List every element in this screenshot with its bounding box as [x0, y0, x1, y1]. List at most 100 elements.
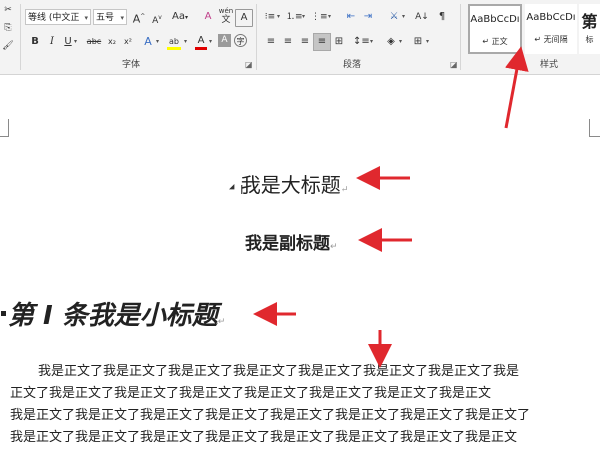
crop-mark: [0, 136, 9, 137]
ribbon: ✂ ⎘ 🖌 等线 (中文正 ▾ 五号 ▾ A^ Av Aa▾ A wén 文 A …: [0, 0, 600, 75]
title-line[interactable]: ◢ 我是大标题↵: [229, 169, 348, 198]
subtitle-text: 我是副标题: [245, 234, 330, 254]
style-normal[interactable]: AaBbCcDı ↵ 正文: [468, 4, 522, 54]
font-name-combo[interactable]: 等线 (中文正 ▾: [25, 9, 91, 25]
distributed-button[interactable]: ⊞: [331, 34, 347, 50]
chevron-down-icon[interactable]: ▾: [426, 38, 429, 45]
collapse-triangle-icon[interactable]: ◢: [229, 183, 234, 191]
chevron-down-icon[interactable]: ▾: [402, 13, 405, 20]
dialog-launcher-icon[interactable]: ◪: [245, 60, 253, 69]
styles-group-label: 样式: [540, 60, 559, 70]
italic-button[interactable]: I: [44, 34, 60, 50]
paragraph-mark: ↵: [330, 242, 338, 252]
bullets-button[interactable]: ⁝≡: [262, 9, 278, 25]
heading-marker-icon: [1, 311, 6, 316]
document-page[interactable]: ◢ 我是大标题↵ I 我是副标题↵ 第 I 条我是小标题↵ 我是正文了我是正文了…: [0, 75, 600, 450]
align-right-button[interactable]: ≡: [297, 34, 313, 50]
style-no-spacing[interactable]: AaBbCcDı ↵ 无间隔: [525, 4, 577, 54]
subtitle-line[interactable]: 我是副标题↵: [245, 229, 338, 254]
style-sample: AaBbCcDı: [470, 14, 520, 25]
chevron-down-icon[interactable]: ▾: [209, 38, 212, 45]
strikethrough-label: abc: [86, 37, 102, 46]
bold-button[interactable]: B: [27, 34, 43, 50]
body-text-line[interactable]: 我是正文了我是正文了我是正文了我是正文了我是正文了我是正文了我是正文了我是正文了: [10, 404, 530, 423]
font-size-combo[interactable]: 五号 ▾: [93, 9, 127, 25]
dialog-launcher-icon[interactable]: ◪: [450, 60, 458, 69]
superscript-label: x²: [124, 37, 132, 46]
bold-label: B: [31, 36, 39, 47]
enclose-char-button[interactable]: 字: [234, 34, 247, 47]
highlight-color-swatch: [167, 47, 181, 50]
char-border-button[interactable]: A: [235, 9, 253, 27]
strikethrough-button[interactable]: abc: [84, 34, 104, 50]
text-effect-label: A: [144, 35, 152, 48]
paragraph-mark: ↵: [340, 185, 349, 195]
section-heading-text: 第 I 条我是小标题: [8, 301, 218, 331]
phonetic-guide-button[interactable]: wén 文: [217, 7, 235, 27]
line-spacing-button[interactable]: ↕≡: [353, 34, 370, 50]
clear-format-button[interactable]: A: [200, 9, 216, 25]
chevron-down-icon[interactable]: ▾: [302, 13, 305, 20]
chevron-down-icon[interactable]: ▾: [184, 38, 187, 45]
clear-format-label: A: [204, 11, 212, 22]
show-marks-button[interactable]: ¶: [434, 9, 450, 25]
chevron-down-icon[interactable]: ▾: [370, 38, 373, 45]
subscript-label: x₂: [108, 37, 116, 46]
enclose-char-label: 字: [236, 37, 245, 46]
chevron-down-icon[interactable]: ▾: [74, 38, 77, 45]
multilevel-list-button[interactable]: ⋮≡: [311, 9, 328, 25]
style-name: ↵ 无间隔: [534, 35, 568, 44]
title-text: 我是大标题: [240, 173, 341, 197]
paragraph-group-label: 段落: [343, 60, 362, 70]
justify-button[interactable]: ≡: [313, 33, 331, 51]
copy-icon[interactable]: ⎘: [0, 20, 16, 36]
crop-mark: [589, 119, 590, 137]
style-sample: 第: [581, 12, 598, 31]
sort-button[interactable]: A↓: [414, 9, 430, 25]
body-text-line[interactable]: 我是正文了我是正文了我是正文了我是正文了我是正文了我是正文了我是正文了我是: [38, 360, 519, 379]
shrink-font-button[interactable]: Av: [149, 10, 165, 26]
style-name: 标: [585, 35, 594, 44]
text-effect-button[interactable]: A: [140, 34, 156, 50]
cut-icon[interactable]: ✂: [0, 2, 16, 18]
font-color-swatch: [195, 47, 207, 50]
style-sample: AaBbCcDı: [526, 12, 576, 23]
font-color-label: A: [197, 35, 205, 46]
paragraph-mark: ↵: [217, 317, 226, 327]
chevron-down-icon: ▾: [120, 14, 124, 22]
chevron-down-icon[interactable]: ▾: [399, 38, 402, 45]
chevron-down-icon[interactable]: ▾: [156, 38, 159, 45]
chevron-down-icon: ▾: [84, 14, 88, 22]
subscript-button[interactable]: x₂: [104, 34, 120, 50]
borders-button[interactable]: ⊞: [410, 34, 426, 50]
grow-font-button[interactable]: A^: [131, 9, 147, 26]
style-heading-1[interactable]: 第 标: [579, 4, 600, 54]
crop-mark: [589, 136, 600, 137]
underline-label: U: [64, 36, 72, 47]
chevron-down-icon[interactable]: ▾: [328, 13, 331, 20]
change-case-label: Aa: [172, 11, 185, 22]
change-case-button[interactable]: Aa▾: [169, 9, 191, 25]
text-cursor-icon: I: [240, 183, 244, 197]
shading-button[interactable]: ◈: [383, 34, 399, 50]
chinese-layout-button[interactable]: ⚔: [386, 9, 402, 25]
numbering-button[interactable]: ⒈≡: [286, 9, 303, 25]
highlight-label: ab: [169, 37, 179, 46]
italic-label: I: [50, 36, 54, 47]
superscript-button[interactable]: x²: [120, 34, 136, 50]
section-heading-line[interactable]: 第 I 条我是小标题↵: [8, 295, 225, 332]
increase-indent-button[interactable]: ⇥: [360, 9, 376, 25]
styles-gallery: AaBbCcDı ↵ 正文 AaBbCcDı ↵ 无间隔 第 标: [465, 4, 600, 56]
chevron-down-icon[interactable]: ▾: [277, 13, 280, 20]
body-text-line[interactable]: 我是正文了我是正文了我是正文了我是正文了我是正文了我是正文了我是正文了我是正文: [10, 426, 517, 445]
style-name: ↵ 正文: [482, 37, 508, 46]
format-painter-icon[interactable]: 🖌: [0, 38, 16, 54]
body-text-line[interactable]: 正文了我是正文了我是正文了我是正文了我是正文了我是正文了我是正文了我是正文: [10, 382, 491, 401]
font-size-value: 五号: [96, 13, 115, 23]
align-left-button[interactable]: ≡: [263, 34, 279, 50]
align-center-button[interactable]: ≡: [280, 34, 296, 50]
crop-mark: [8, 119, 9, 137]
char-shading-button[interactable]: A: [218, 34, 231, 47]
decrease-indent-button[interactable]: ⇤: [343, 9, 359, 25]
phonetic-bottom: 文: [221, 15, 231, 25]
